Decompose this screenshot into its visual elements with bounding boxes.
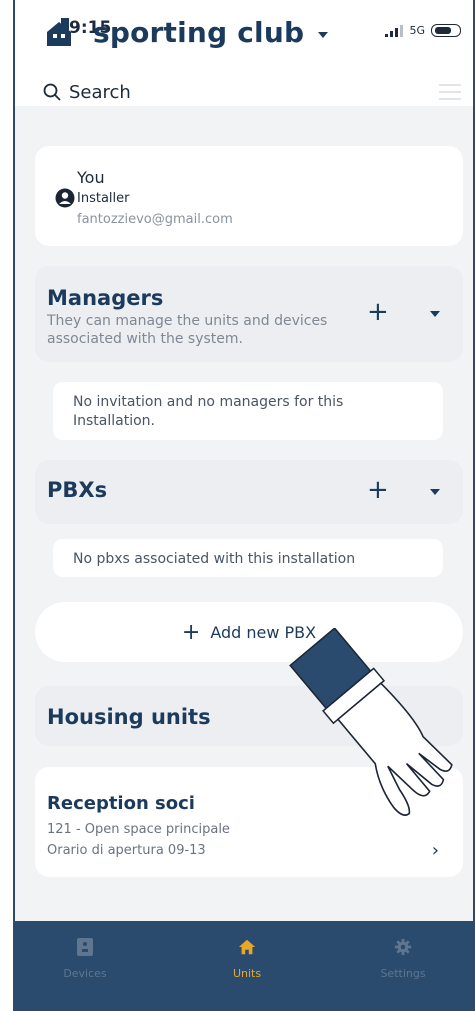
network-type: 5G	[409, 24, 425, 37]
home-icon	[238, 939, 256, 955]
housing-units-title: Housing units	[47, 705, 211, 729]
pointing-hand-icon	[289, 628, 453, 816]
search-icon	[43, 83, 61, 101]
managers-description: They can manage the units and devices as…	[47, 313, 328, 347]
user-role: Installer	[77, 191, 130, 206]
search-placeholder: Search	[69, 81, 131, 103]
tab-settings-label: Settings	[380, 967, 426, 980]
user-icon	[55, 188, 75, 208]
managers-expand-icon[interactable]	[430, 311, 440, 317]
status-indicators: 5G	[385, 24, 461, 37]
unit-description: 121 - Open space principale	[47, 822, 230, 837]
gear-icon	[394, 938, 412, 956]
installation-selector[interactable]: sporting club	[83, 16, 329, 49]
search-input[interactable]: Search	[43, 78, 399, 106]
filter-icon[interactable]	[439, 84, 461, 100]
pbxs-expand-icon[interactable]	[430, 489, 440, 495]
phone-screen: 9:15 sporting club 5G Search You Install…	[13, 0, 475, 1011]
tab-devices[interactable]: Devices	[25, 937, 145, 980]
screen-frame: 9:15 sporting club 5G Search You Install…	[0, 0, 475, 1011]
managers-title: Managers	[47, 286, 164, 310]
tab-devices-label: Devices	[63, 967, 107, 980]
add-pbx-icon-button[interactable]: +	[367, 475, 389, 505]
tab-units[interactable]: Units	[187, 937, 307, 980]
tab-units-label: Units	[232, 967, 262, 980]
unit-title: Reception soci	[47, 793, 195, 814]
user-name: You	[77, 168, 105, 187]
signal-icon	[385, 24, 404, 37]
managers-empty-text: No invitation and no managers for this I…	[73, 394, 344, 429]
unit-opening-hours: Orario di apertura 09-13	[47, 843, 206, 858]
bottom-tab-bar: Devices Units Settings	[15, 921, 473, 1011]
pbxs-empty-text: No pbxs associated with this installatio…	[73, 551, 356, 567]
battery-icon	[431, 24, 461, 37]
chevron-right-icon[interactable]: ›	[432, 840, 439, 861]
pbxs-title: PBXs	[47, 478, 108, 502]
user-email: fantozzievo@gmail.com	[77, 212, 233, 227]
page-title: sporting club	[93, 16, 305, 49]
chevron-down-icon	[318, 31, 329, 38]
add-manager-button[interactable]: +	[367, 297, 389, 327]
devices-icon	[77, 938, 93, 956]
plus-icon: +	[181, 619, 201, 645]
tab-settings[interactable]: Settings	[343, 937, 463, 980]
